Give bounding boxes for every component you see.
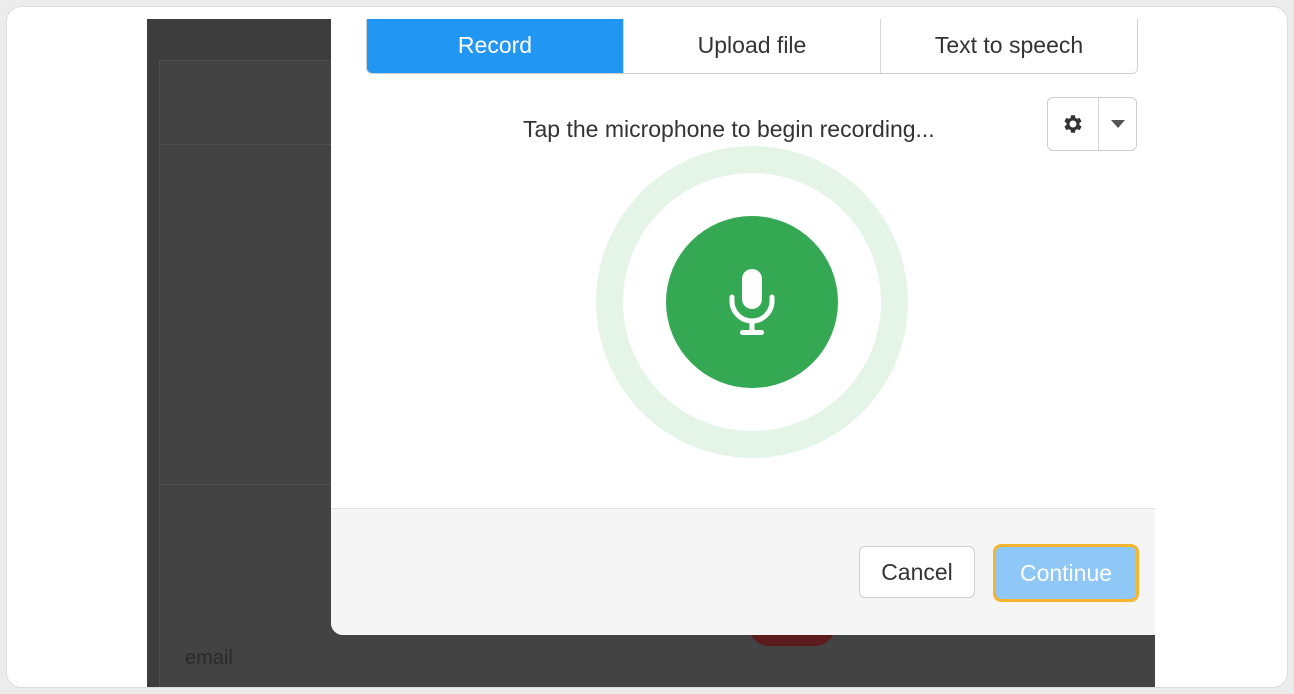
recording-instruction: Tap the microphone to begin recording...	[523, 116, 935, 142]
record-greeting-dialog: Record Upload file Text to speech Tap th…	[331, 19, 1155, 635]
microphone-icon	[729, 269, 775, 335]
app-background: eting eting email Record Upload file Tex…	[147, 19, 1155, 687]
source-tabs: Record Upload file Text to speech	[366, 19, 1138, 74]
screenshot-frame: eting eting email Record Upload file Tex…	[7, 7, 1287, 687]
continue-button[interactable]: Continue	[993, 544, 1139, 602]
record-button[interactable]	[666, 216, 838, 388]
chevron-down-icon[interactable]	[1099, 98, 1136, 150]
tab-record[interactable]: Record	[367, 19, 624, 73]
email-label-dimmed: email	[185, 647, 233, 669]
cancel-button[interactable]: Cancel	[859, 546, 975, 598]
gear-icon[interactable]	[1048, 98, 1099, 150]
tab-upload-file[interactable]: Upload file	[624, 19, 881, 73]
dialog-footer: Cancel Continue	[331, 508, 1155, 635]
audio-settings-button[interactable]	[1047, 97, 1137, 151]
tab-text-to-speech[interactable]: Text to speech	[881, 19, 1137, 73]
